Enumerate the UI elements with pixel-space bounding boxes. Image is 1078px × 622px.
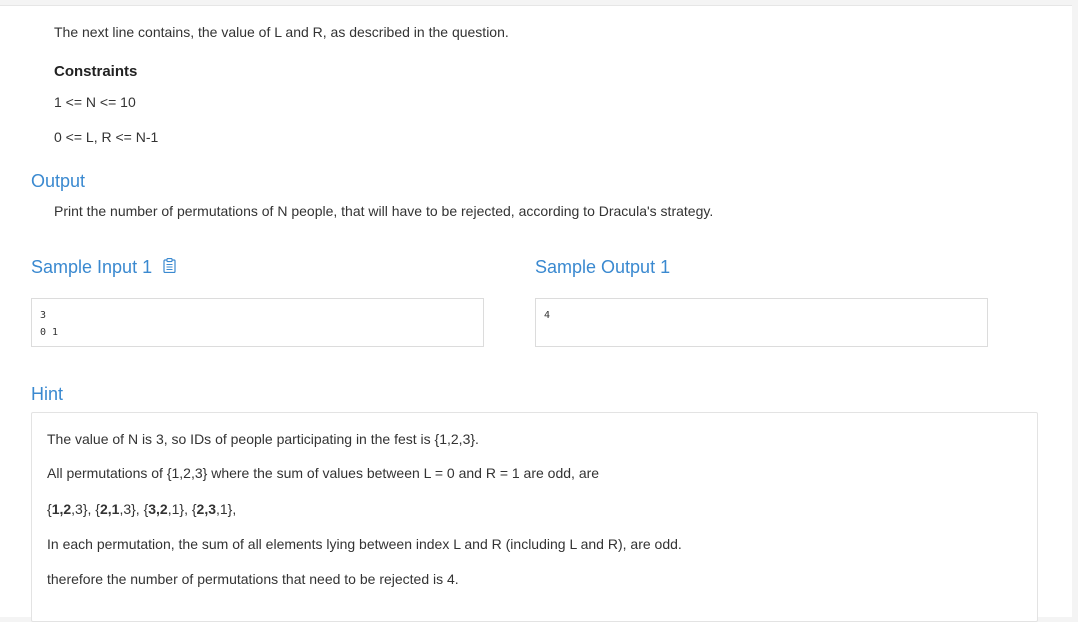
hint-box: The value of N is 3, so IDs of people pa… xyxy=(31,412,1038,622)
perm-text: ,3}, { xyxy=(71,501,100,517)
output-title: Output xyxy=(31,171,86,191)
sample-input-line: 0 1 xyxy=(40,327,59,338)
perm-bold: 2,3 xyxy=(196,501,216,517)
sample-input-box[interactable]: 3 0 1 xyxy=(31,298,484,347)
hint-line: therefore the number of permutations tha… xyxy=(47,571,459,587)
sample-output-box[interactable]: 4 xyxy=(535,298,988,347)
hint-line: In each permutation, the sum of all elem… xyxy=(47,536,682,552)
hint-permutations: {1,2,3}, {2,1,3}, {3,2,1}, {2,3,1}, xyxy=(47,501,236,517)
hint-title: Hint xyxy=(31,384,64,404)
perm-text: ,1}, { xyxy=(167,501,197,517)
input-description: The next line contains, the value of L a… xyxy=(54,24,509,40)
perm-text: ,1}, xyxy=(216,501,237,517)
sample-output-line: 4 xyxy=(544,310,551,321)
sample-input-title: Sample Input 1 xyxy=(31,257,153,277)
sample-input-line: 3 xyxy=(40,310,47,321)
hint-line: The value of N is 3, so IDs of people pa… xyxy=(47,431,479,447)
output-description: Print the number of permutations of N pe… xyxy=(54,203,714,219)
perm-bold: 3,2 xyxy=(148,501,168,517)
hint-line: All permutations of {1,2,3} where the su… xyxy=(47,465,600,481)
perm-bold: 1,2 xyxy=(51,501,72,517)
sample-output-title: Sample Output 1 xyxy=(535,257,671,277)
perm-text: ,3}, { xyxy=(119,501,149,517)
constraints-title: Constraints xyxy=(54,63,138,80)
constraint-n: 1 <= N <= 10 xyxy=(54,94,136,110)
clipboard-icon[interactable] xyxy=(163,258,176,273)
constraint-lr: 0 <= L, R <= N-1 xyxy=(54,129,159,145)
perm-bold: 2,1 xyxy=(99,501,120,517)
